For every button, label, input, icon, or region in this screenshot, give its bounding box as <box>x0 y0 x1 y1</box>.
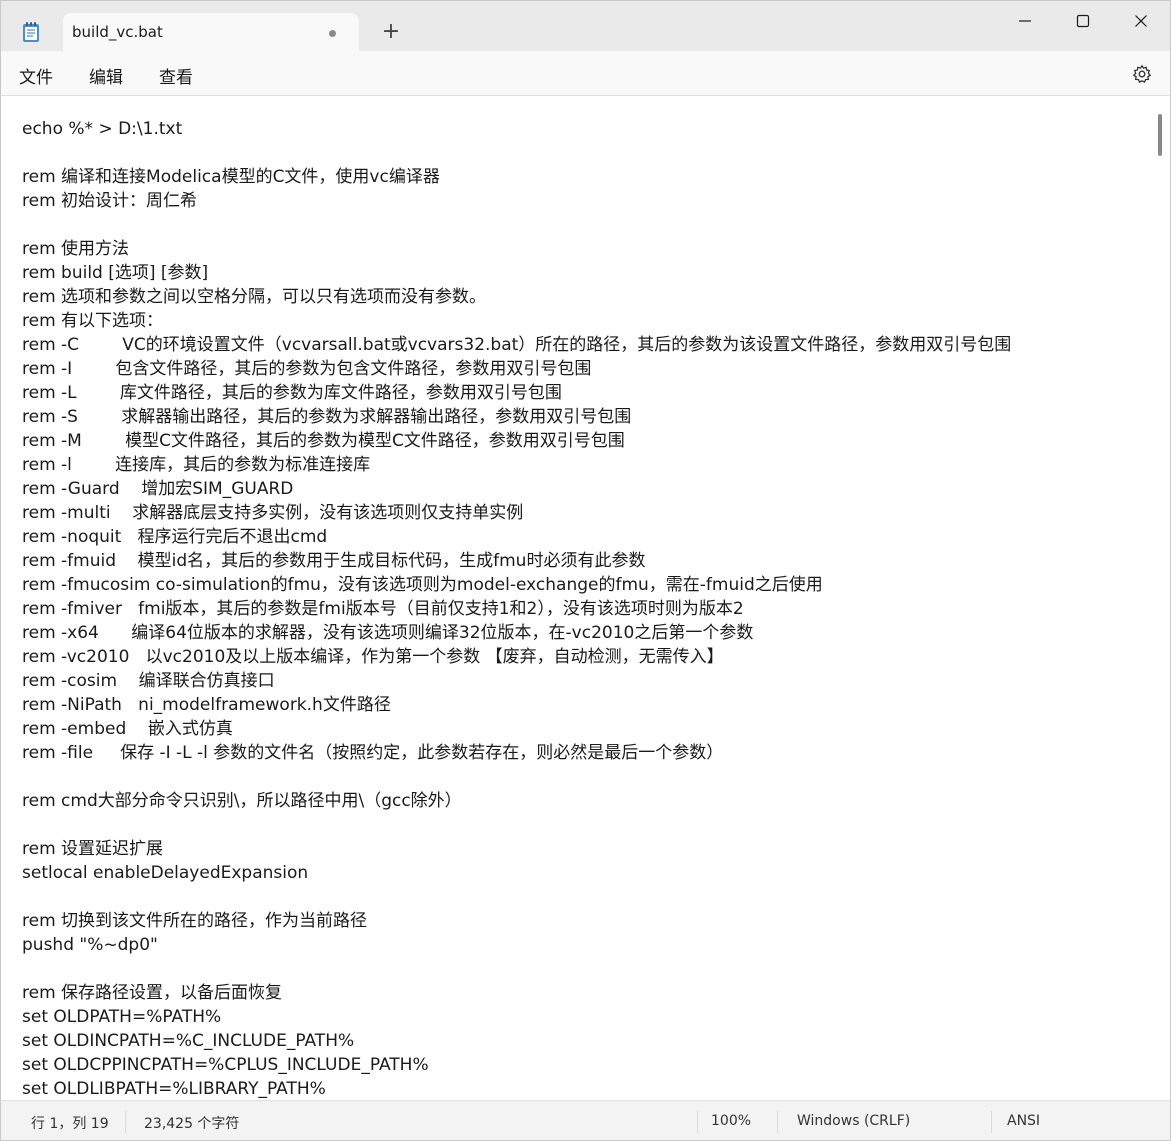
unsaved-dot-icon[interactable] <box>329 30 336 37</box>
vertical-scrollbar-thumb[interactable] <box>1158 114 1162 156</box>
menu-bar: 文件 编辑 查看 <box>1 51 1170 95</box>
new-tab-button[interactable]: + <box>379 21 403 45</box>
code-line[interactable] <box>22 813 1011 837</box>
close-button[interactable] <box>1112 1 1170 41</box>
maximize-button[interactable] <box>1054 1 1112 41</box>
code-line[interactable]: rem -I 包含文件路径，其后的参数为包含文件路径，参数用双引号包围 <box>22 357 1011 381</box>
code-line[interactable]: rem -embed 嵌入式仿真 <box>22 717 1011 741</box>
status-divider <box>991 1111 992 1133</box>
code-line[interactable]: rem -cosim 编译联合仿真接口 <box>22 669 1011 693</box>
code-line[interactable]: rem -S 求解器输出路径，其后的参数为求解器输出路径，参数用双引号包围 <box>22 405 1011 429</box>
character-count: 23,425 个字符 <box>144 1116 240 1132</box>
tab-build-vc[interactable]: build_vc.bat <box>63 13 359 51</box>
editor-content[interactable]: echo %* > D:\1.txt rem 编译和连接Modelica模型的C文… <box>22 117 1011 1101</box>
code-line[interactable]: rem -multi 求解器底层支持多实例，没有该选项则仅支持单实例 <box>22 501 1011 525</box>
code-line[interactable]: setlocal enableDelayedExpansion <box>22 861 1011 885</box>
code-line[interactable] <box>22 957 1011 981</box>
menu-file[interactable]: 文件 <box>19 63 53 88</box>
code-line[interactable]: rem -M 模型C文件路径，其后的参数为模型C文件路径，参数用双引号包围 <box>22 429 1011 453</box>
cursor-position: 行 1，列 19 <box>31 1116 109 1132</box>
minimize-button[interactable] <box>996 1 1054 41</box>
code-line[interactable]: rem -NiPath ni_modelframework.h文件路径 <box>22 693 1011 717</box>
code-line[interactable] <box>22 885 1011 909</box>
code-line[interactable]: rem -l 连接库，其后的参数为标准连接库 <box>22 453 1011 477</box>
code-line[interactable]: echo %* > D:\1.txt <box>22 117 1011 141</box>
menu-view[interactable]: 查看 <box>159 63 193 88</box>
line-ending[interactable]: Windows (CRLF) <box>797 1113 910 1129</box>
code-line[interactable] <box>22 765 1011 789</box>
code-line[interactable]: set OLDPATH=%PATH% <box>22 1005 1011 1029</box>
code-line[interactable]: set OLDINCPATH=%C_INCLUDE_PATH% <box>22 1029 1011 1053</box>
code-line[interactable]: rem -noquit 程序运行完后不退出cmd <box>22 525 1011 549</box>
code-line[interactable]: rem -vc2010 以vc2010及以上版本编译，作为第一个参数 【废弃，自… <box>22 645 1011 669</box>
code-line[interactable]: rem -file 保存 -I -L -l 参数的文件名（按照约定，此参数若存在… <box>22 741 1011 765</box>
code-line[interactable]: rem -x64 编译64位版本的求解器，没有该选项则编译32位版本，在-vc2… <box>22 621 1011 645</box>
tab-title: build_vc.bat <box>72 23 163 41</box>
code-line[interactable]: rem -fmucosim co-simulation的fmu，没有该选项则为m… <box>22 573 1011 597</box>
maximize-icon <box>1076 14 1090 28</box>
code-line[interactable]: rem 选项和参数之间以空格分隔，可以只有选项而没有参数。 <box>22 285 1011 309</box>
status-bar: 行 1，列 19 23,425 个字符 100% Windows (CRLF) … <box>1 1100 1170 1140</box>
notepad-window: build_vc.bat + 文件 编辑 查看 echo %* > D:\1.t… <box>0 0 1171 1141</box>
code-line[interactable] <box>22 213 1011 237</box>
title-bar: build_vc.bat + <box>1 1 1170 51</box>
code-line[interactable]: rem -L 库文件路径，其后的参数为库文件路径，参数用双引号包围 <box>22 381 1011 405</box>
code-line[interactable]: pushd "%~dp0" <box>22 933 1011 957</box>
gear-icon[interactable] <box>1132 64 1152 84</box>
code-line[interactable]: rem -Guard 增加宏SIM_GUARD <box>22 477 1011 501</box>
code-line[interactable]: set OLDCPPINCPATH=%CPLUS_INCLUDE_PATH% <box>22 1053 1011 1077</box>
code-line[interactable]: rem -fmuid 模型id名，其后的参数用于生成目标代码，生成fmu时必须有… <box>22 549 1011 573</box>
code-line[interactable]: rem 使用方法 <box>22 237 1011 261</box>
status-divider <box>777 1111 778 1133</box>
menu-edit[interactable]: 编辑 <box>89 63 123 88</box>
code-line[interactable]: rem build [选项] [参数] <box>22 261 1011 285</box>
code-line[interactable]: rem 有以下选项： <box>22 309 1011 333</box>
status-divider <box>125 1111 126 1133</box>
status-divider <box>697 1111 698 1133</box>
code-line[interactable]: rem cmd大部分命令只识别\，所以路径中用\（gcc除外） <box>22 789 1011 813</box>
code-line[interactable]: rem 设置延迟扩展 <box>22 837 1011 861</box>
zoom-level[interactable]: 100% <box>711 1113 751 1129</box>
encoding[interactable]: ANSI <box>1007 1113 1040 1129</box>
minimize-icon <box>1019 20 1031 22</box>
notepad-icon <box>21 21 41 43</box>
code-line[interactable]: rem 初始设计：周仁希 <box>22 189 1011 213</box>
text-editor[interactable]: echo %* > D:\1.txt rem 编译和连接Modelica模型的C文… <box>1 95 1170 1101</box>
code-line[interactable]: set OLDLIBPATH=%LIBRARY_PATH% <box>22 1077 1011 1101</box>
close-icon <box>1135 15 1147 27</box>
code-line[interactable]: rem 切换到该文件所在的路径，作为当前路径 <box>22 909 1011 933</box>
code-line[interactable]: rem 编译和连接Modelica模型的C文件，使用vc编译器 <box>22 165 1011 189</box>
code-line[interactable]: rem -fmiver fmi版本，其后的参数是fmi版本号（目前仅支持1和2）… <box>22 597 1011 621</box>
code-line[interactable]: rem -C VC的环境设置文件（vcvarsall.bat或vcvars32.… <box>22 333 1011 357</box>
code-line[interactable]: rem 保存路径设置，以备后面恢复 <box>22 981 1011 1005</box>
code-line[interactable] <box>22 141 1011 165</box>
